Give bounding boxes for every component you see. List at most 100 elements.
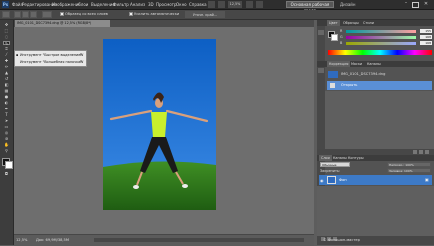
history-state-name: Открыть (341, 83, 358, 87)
document-photo[interactable] (103, 39, 216, 210)
zoom-level-dropdown[interactable]: 12,5% (228, 1, 242, 8)
dodge-tool-icon[interactable]: ◐ (3, 101, 10, 105)
slider-value[interactable]: 168 (420, 35, 432, 39)
eye-icon[interactable]: ◉ (320, 178, 324, 183)
document-size: Док: 69,9M/38,5M (36, 238, 69, 242)
brush-picker[interactable] (42, 11, 52, 18)
bridge-icon[interactable] (208, 1, 215, 8)
hand-tool-icon[interactable]: ✋ (3, 143, 10, 147)
shape-tool-icon[interactable]: ▭ (3, 125, 10, 129)
menu-view[interactable]: Просмотр (156, 2, 177, 7)
tab-masks[interactable]: Маски (349, 61, 364, 67)
crop-tool-icon[interactable]: ⌗ (3, 47, 10, 51)
navigator-icon[interactable] (318, 68, 324, 73)
zoom-tool-icon[interactable]: ⚲ (3, 149, 10, 153)
history-snapshot-row[interactable]: IMG_0101_DSC7394.dng (327, 70, 432, 79)
pen-tool-icon[interactable]: ✒ (3, 107, 10, 111)
quick-selection-tool-icon[interactable]: ✎ (3, 41, 10, 46)
tab-swatches[interactable]: Образцы (341, 20, 361, 26)
menu-help[interactable]: Справка (189, 2, 207, 7)
add-to-selection-icon[interactable] (22, 11, 29, 18)
slider-r[interactable]: R 155 (340, 29, 434, 34)
subtract-from-selection-icon[interactable] (30, 11, 37, 18)
slider-track[interactable] (346, 42, 416, 45)
brush-tool-icon[interactable]: ✏ (3, 65, 10, 69)
lasso-tool-icon[interactable]: ◌ (3, 35, 10, 39)
clone-stamp-tool-icon[interactable]: ▲ (3, 71, 10, 75)
history-brush-tool-icon[interactable]: ↺ (3, 77, 10, 81)
menu-3d[interactable]: 3D (148, 2, 154, 7)
marquee-tool-icon[interactable]: ⬚ (3, 29, 10, 33)
layer-thumbnail (327, 176, 336, 184)
tab-channels-top[interactable]: Каналы (365, 61, 383, 67)
workspace-essentials-button[interactable]: Основная рабочая среда (286, 1, 334, 13)
sample-all-layers-checkbox[interactable] (60, 12, 64, 16)
menu-filter[interactable]: Фильтр (113, 2, 129, 7)
type-tool-icon[interactable]: T (3, 113, 10, 117)
opacity-field[interactable]: Непрозр.: 100% (387, 162, 431, 167)
tab-styles[interactable]: Стили (361, 20, 376, 26)
3d-rotate-tool-icon[interactable]: ◎ (3, 131, 10, 135)
tab-layers[interactable]: Слои (319, 155, 332, 161)
tool-preset-picker[interactable] (2, 11, 10, 18)
new-snapshot-icon[interactable] (413, 150, 417, 154)
gradient-tool-icon[interactable]: ▦ (3, 89, 10, 93)
zoom-readout[interactable]: 12,5% (16, 238, 27, 242)
slider-track[interactable] (346, 36, 416, 39)
layer-row-background[interactable]: ◉ Фон ▣ (319, 175, 432, 185)
path-selection-tool-icon[interactable]: ➤ (3, 119, 10, 123)
move-tool-icon[interactable]: ✥ (3, 23, 10, 27)
flyout-item-quick-selection[interactable]: ▪ Инструмент "Быстрое выделение" W (16, 52, 84, 58)
auto-enhance-checkbox[interactable] (129, 12, 133, 16)
layer-name[interactable]: Фон (339, 178, 347, 182)
color-panel-header: Цвет Образцы Стили (317, 20, 434, 26)
tab-adjustments[interactable]: Коррекция (327, 61, 351, 67)
menu-image[interactable]: Изображение (52, 2, 81, 7)
arrange-documents-icon[interactable] (246, 1, 253, 8)
lock-icon: ▣ (425, 177, 429, 182)
trash-icon[interactable] (425, 150, 429, 154)
blur-tool-icon[interactable]: ● (3, 95, 10, 99)
horizontal-scrollbar[interactable] (94, 238, 304, 242)
lock-label: Закрепить: (320, 169, 341, 173)
flyout-shortcut: W (80, 60, 84, 64)
blend-mode-dropdown[interactable]: Обычные (320, 162, 350, 167)
tab-color[interactable]: Цвет (327, 20, 340, 26)
tab-paths[interactable]: Контуры (346, 155, 366, 161)
slider-track[interactable] (346, 30, 416, 33)
slider-value[interactable]: 168 (420, 41, 432, 45)
menu-select[interactable]: Выделение (91, 2, 115, 7)
screen-mode-icon[interactable] (256, 1, 263, 8)
flyout-item-label: Инструмент "Быстрое выделение" (20, 53, 82, 57)
maximize-icon[interactable] (412, 2, 419, 8)
flyout-item-magic-wand[interactable]: Инструмент "Волшебная палочка" W (16, 59, 84, 65)
menu-layers[interactable]: Слои (78, 2, 88, 7)
quick-mask-icon[interactable]: ◘ (3, 172, 10, 176)
mini-bridge-icon[interactable] (218, 1, 225, 8)
quick-selection-flyout: ▪ Инструмент "Быстрое выделение" W Инстр… (14, 50, 87, 67)
new-document-icon[interactable] (419, 150, 423, 154)
refine-edge-button[interactable]: Уточн. край... (185, 11, 225, 18)
menu-window[interactable]: Окно (176, 2, 187, 7)
healing-brush-tool-icon[interactable]: ✚ (3, 59, 10, 63)
menu-analysis[interactable]: Анализ (130, 2, 145, 7)
fill-field[interactable]: Заливка: 100% (387, 168, 431, 173)
new-selection-icon[interactable] (14, 11, 21, 18)
slider-label: G (340, 35, 343, 39)
3d-orbit-tool-icon[interactable]: ⊚ (3, 137, 10, 141)
color-background-swatch[interactable] (331, 34, 338, 41)
slider-b[interactable]: B 168 (340, 41, 434, 46)
minimize-icon[interactable]: – (402, 1, 410, 8)
slider-g[interactable]: G 168 (340, 35, 434, 40)
history-icon[interactable] (318, 30, 324, 35)
background-color-swatch[interactable] (5, 161, 13, 169)
document-tab[interactable]: IMG_0101_DSC7394.dng @ 12,5% (RGB/8*) (15, 20, 110, 27)
color-spectrum-bar[interactable] (328, 50, 432, 55)
close-icon[interactable]: ✕ (422, 1, 430, 8)
snapshot-thumbnail (328, 71, 338, 78)
eyedropper-tool-icon[interactable]: ⁄ (3, 53, 10, 57)
slider-value[interactable]: 155 (420, 29, 432, 33)
workspace-design-button[interactable]: Дизайн (340, 2, 356, 7)
eraser-tool-icon[interactable]: ◧ (3, 83, 10, 87)
history-state-selected[interactable]: Открыть (327, 81, 432, 90)
